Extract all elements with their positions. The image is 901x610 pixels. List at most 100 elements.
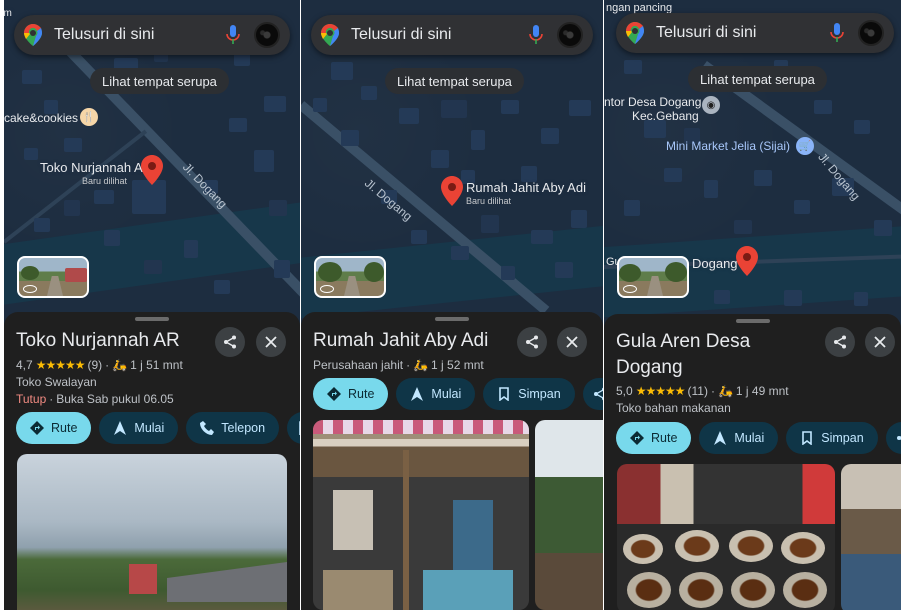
mic-icon[interactable] <box>226 25 240 45</box>
start-button[interactable]: Mulai <box>699 422 779 454</box>
share-button[interactable] <box>825 327 855 357</box>
search-bar[interactable]: Telusuri di sini <box>616 13 894 53</box>
pin-label[interactable]: Dogang <box>692 256 738 271</box>
map-edge-label: am <box>4 8 12 19</box>
search-bar[interactable]: Telusuri di sini <box>14 15 290 55</box>
road-label: Jl. Dogang <box>179 160 230 211</box>
similar-places-chip[interactable]: Lihat tempat serupa <box>90 68 229 94</box>
close-button[interactable] <box>256 327 286 357</box>
search-input[interactable]: Telusuri di sini <box>54 26 226 44</box>
review-count[interactable]: (9) <box>87 358 102 372</box>
mic-icon[interactable] <box>529 25 543 45</box>
pin-sublabel: Baru dilihat <box>466 196 512 206</box>
save-button[interactable]: Simpan <box>786 422 878 454</box>
route-button[interactable]: Rute <box>16 412 92 444</box>
route-button[interactable]: Rute <box>616 422 692 454</box>
pin-label[interactable]: Rumah Jahit Aby Adi <box>466 180 586 195</box>
directions-icon <box>327 387 341 401</box>
place-photo[interactable] <box>17 454 287 610</box>
drag-handle[interactable] <box>135 317 169 321</box>
place-photo[interactable] <box>617 464 835 610</box>
avatar[interactable] <box>254 22 280 48</box>
start-button[interactable]: Mulai <box>396 378 476 410</box>
drag-handle[interactable] <box>435 317 469 321</box>
share-icon <box>526 335 538 349</box>
place-sheet[interactable]: Rumah Jahit Aby Adi Perusahaan jahit · 🛵… <box>301 312 603 610</box>
place-sheet[interactable]: Toko Nurjannah AR 4,7 ★★★★★ (9) · 🛵 1 j … <box>4 312 300 610</box>
similar-places-chip[interactable]: Lihat tempat serupa <box>385 68 524 94</box>
navigation-arrow-icon <box>411 387 424 401</box>
bookmark-icon <box>499 387 510 401</box>
street-view-360-icon <box>23 285 37 293</box>
street-view-thumbnail[interactable] <box>17 256 89 298</box>
shopping-cart-icon[interactable]: 🛒 <box>796 137 814 155</box>
poi-label-kantor-desa[interactable]: ntor Desa Dogang <box>604 95 701 109</box>
action-buttons: Rute Mulai Simpan <box>616 422 901 454</box>
map-view[interactable]: Telusuri di sini Lihat tempat serupa am … <box>4 0 300 330</box>
search-input[interactable]: Telusuri di sini <box>656 24 830 42</box>
rating-row: 4,7 ★★★★★ (9) · 🛵 1 j 51 mnt <box>16 358 183 372</box>
close-button[interactable] <box>557 327 587 357</box>
save-button[interactable]: Simpan <box>483 378 575 410</box>
pin-label[interactable]: Toko Nurjannah AR <box>40 160 152 175</box>
government-building-icon[interactable]: ◉ <box>702 96 720 114</box>
start-button[interactable]: Mulai <box>99 412 179 444</box>
street-view-thumbnail[interactable] <box>314 256 386 298</box>
mic-icon[interactable] <box>830 23 844 43</box>
travel-time: 1 j 49 mnt <box>735 384 789 398</box>
category: Toko bahan makanan <box>616 401 731 415</box>
map-view[interactable]: Telusuri di sini Lihat tempat serupa Jl.… <box>301 0 603 330</box>
share-icon <box>834 335 846 349</box>
avatar[interactable] <box>557 22 583 48</box>
avatar[interactable] <box>858 20 884 46</box>
map-pin-icon[interactable] <box>141 155 163 185</box>
rating-value: 5,0 <box>616 384 633 398</box>
similar-places-chip[interactable]: Lihat tempat serupa <box>688 66 827 92</box>
share-icon <box>896 435 901 441</box>
share-button[interactable] <box>517 327 547 357</box>
search-bar[interactable]: Telusuri di sini <box>311 15 593 55</box>
search-input[interactable]: Telusuri di sini <box>351 26 529 44</box>
place-photo-2[interactable] <box>841 464 901 610</box>
rating-value: 4,7 <box>16 358 33 372</box>
close-icon <box>874 336 886 348</box>
travel-time: 1 j 52 mnt <box>431 358 484 372</box>
poi-label-mini-market[interactable]: Mini Market Jelia (Sijai) <box>666 139 790 153</box>
place-photo-2[interactable] <box>535 420 603 610</box>
street-view-thumbnail[interactable] <box>617 256 689 298</box>
google-maps-logo-icon <box>321 24 339 46</box>
poi-label-kec-gebang: Kec.Gebang <box>632 109 699 123</box>
rating-stars: ★★★★★ <box>35 358 86 372</box>
map-pin-icon[interactable] <box>441 176 463 206</box>
travel-time: 1 j 51 mnt <box>130 358 183 372</box>
motorcycle-icon: 🛵 <box>717 384 733 398</box>
drag-handle[interactable] <box>735 319 770 323</box>
map-pin-icon[interactable] <box>736 246 758 276</box>
place-title: Rumah Jahit Aby Adi <box>313 330 489 351</box>
close-icon <box>566 336 578 348</box>
google-maps-logo-icon <box>24 24 42 46</box>
place-title-line-2: Dogang <box>616 357 683 378</box>
place-photo[interactable] <box>313 420 529 610</box>
review-count[interactable]: (11) <box>687 384 707 398</box>
category-row: Perusahaan jahit · 🛵 1 j 52 mnt <box>313 358 484 372</box>
route-button[interactable]: Rute <box>313 378 389 410</box>
share-icon <box>224 335 236 349</box>
map-view[interactable]: ngan pancing Telusuri di sini Lihat temp… <box>604 0 901 330</box>
save-button[interactable] <box>287 412 300 444</box>
motorcycle-icon: 🛵 <box>112 358 128 372</box>
hours-row: Tutup · Buka Sab pukul 06.05 <box>16 392 174 406</box>
place-title-line-1: Gula Aren Desa <box>616 331 751 352</box>
poi-label-cake-cookies[interactable]: cake&cookies <box>4 111 78 125</box>
call-button[interactable]: Telepon <box>186 412 280 444</box>
share-chip[interactable] <box>582 378 603 410</box>
share-button[interactable] <box>215 327 245 357</box>
status-closed: Tutup <box>16 392 47 406</box>
close-button[interactable] <box>865 327 895 357</box>
directions-icon <box>30 421 44 435</box>
place-sheet[interactable]: Gula Aren Desa Dogang 5,0 ★★★★★ (11) · 🛵… <box>604 314 901 610</box>
phone-icon <box>200 421 215 435</box>
share-chip[interactable] <box>885 422 901 454</box>
restaurant-icon[interactable]: 🍴 <box>80 108 98 126</box>
screenshot-panel-2: Telusuri di sini Lihat tempat serupa Jl.… <box>301 0 603 610</box>
